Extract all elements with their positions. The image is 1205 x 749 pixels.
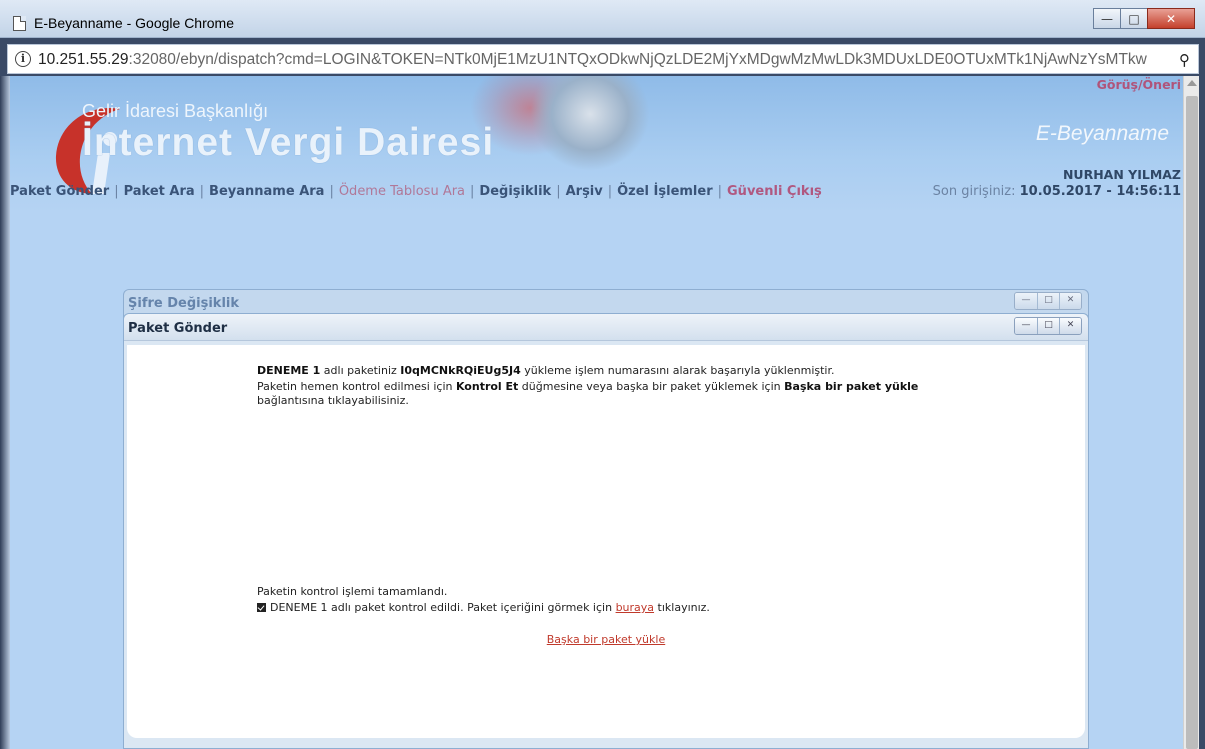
- message-text: bağlantısına tıklayabilisiniz.: [257, 394, 409, 407]
- page-viewport: Gelir İdaresi Başkanlığı İnternet Vergi …: [10, 76, 1183, 749]
- upload-number: I0qMCNkRQiEUg5J4: [400, 364, 521, 377]
- package-send-content: DENEME 1 adlı paketiniz I0qMCNkRQiEUg5J4…: [127, 345, 1085, 738]
- last-login: Son girişiniz: 10.05.2017 - 14:56:11: [933, 184, 1181, 199]
- close-icon: ✕: [1165, 11, 1177, 26]
- portrait-image: [530, 76, 650, 171]
- package-window-controls: — □ ✕: [1014, 317, 1082, 335]
- nav-separator: |: [199, 184, 205, 199]
- package-send-window-header: Paket Gönder — □ ✕: [124, 314, 1088, 341]
- url-text[interactable]: 10.251.55.29:32080/ebyn/dispatch?cmd=LOG…: [38, 51, 1176, 69]
- minimize-icon[interactable]: —: [1015, 293, 1037, 309]
- scrollbar-thumb[interactable]: [1186, 96, 1198, 749]
- upload-another-link[interactable]: Başka bir paket yükle: [547, 633, 665, 646]
- user-name: NURHAN YILMAZ: [1062, 167, 1181, 182]
- message-text: adlı paketiniz: [320, 364, 401, 377]
- maximize-icon[interactable]: □: [1037, 293, 1059, 309]
- nav-separator: |: [114, 184, 119, 199]
- site-header: Gelir İdaresi Başkanlığı İnternet Vergi …: [10, 76, 1183, 211]
- title-bar: E-Beyanname - Google Chrome — □ ✕: [0, 0, 1205, 38]
- last-login-value: 10.05.2017 - 14:56:11: [1019, 184, 1181, 199]
- upload-success-message: DENEME 1 adlı paketiniz I0qMCNkRQiEUg5J4…: [257, 364, 835, 378]
- check-complete-message: Paketin kontrol işlemi tamamlandı.: [257, 585, 448, 598]
- next-step-message: Paketin hemen kontrol edilmesi için Kont…: [257, 380, 957, 408]
- message-text: düğmesine veya başka bir paket yüklemek …: [518, 380, 785, 393]
- org-name: Gelir İdaresi Başkanlığı: [82, 101, 269, 121]
- close-icon[interactable]: ✕: [1059, 293, 1081, 309]
- package-name: DENEME 1: [257, 364, 321, 377]
- close-button[interactable]: ✕: [1147, 8, 1195, 29]
- last-login-label: Son girişiniz:: [932, 184, 1016, 199]
- key-icon[interactable]: ⚲: [1179, 51, 1190, 69]
- here-link[interactable]: buraya: [616, 601, 654, 614]
- upload-another-link-row: Başka bir paket yükle: [127, 633, 1085, 646]
- minimize-icon: —: [1101, 11, 1113, 26]
- scroll-up-icon[interactable]: [1187, 80, 1197, 86]
- section-title: E-Beyanname: [1035, 122, 1169, 145]
- window-title: E-Beyanname - Google Chrome: [34, 15, 234, 31]
- nav-arsiv[interactable]: Arşiv: [566, 184, 603, 199]
- left-edge: [0, 76, 10, 749]
- password-change-window-title: Şifre Değişiklik: [128, 296, 239, 311]
- nav-paket-ara[interactable]: Paket Ara: [124, 184, 195, 199]
- nav-separator: |: [329, 184, 334, 199]
- package-send-window: Paket Gönder — □ ✕ DENEME 1 adlı paketin…: [123, 313, 1089, 749]
- page-icon: [13, 16, 26, 31]
- main-nav: Paket Gönder | Paket Ara | Beyanname Ara | Öde…: [10, 184, 822, 204]
- control-button-name: Kontrol Et: [455, 380, 519, 393]
- vertical-scrollbar[interactable]: [1183, 76, 1199, 749]
- nav-beyanname-ara[interactable]: Beyanname Ara: [209, 184, 324, 199]
- package-send-window-title: Paket Gönder: [128, 321, 228, 336]
- message-text: Paketin hemen kontrol edilmesi için: [257, 380, 456, 393]
- address-bar[interactable]: i 10.251.55.29:32080/ebyn/dispatch?cmd=L…: [7, 44, 1199, 74]
- nav-separator: |: [470, 184, 475, 199]
- message-text: yükleme işlem numarasını alarak başarıyl…: [520, 364, 835, 377]
- maximize-icon: □: [1128, 11, 1140, 26]
- nav-separator: |: [717, 184, 723, 199]
- browser-window: E-Beyanname - Google Chrome — □ ✕ i 10.2…: [0, 0, 1205, 749]
- nav-separator: |: [607, 184, 613, 199]
- nav-paket-gonder[interactable]: Paket Gönder: [10, 184, 109, 199]
- info-icon[interactable]: i: [15, 51, 31, 67]
- nav-odeme-tablosu-ara[interactable]: Ödeme Tablosu Ara: [339, 184, 465, 199]
- nav-degisiklik[interactable]: Değişiklik: [479, 184, 551, 199]
- password-window-controls: — □ ✕: [1014, 292, 1082, 310]
- minimize-button[interactable]: —: [1093, 8, 1121, 29]
- nav-ozel-islemler[interactable]: Özel İşlemler: [617, 184, 713, 199]
- message-text: tıklayınız.: [654, 601, 710, 614]
- message-text: DENEME 1 adlı paket kontrol edildi. Pake…: [270, 601, 616, 614]
- nav-guvenli-cikis[interactable]: Güvenli Çıkış: [727, 184, 822, 199]
- maximize-icon[interactable]: □: [1037, 318, 1059, 334]
- another-upload-name: Başka bir paket yükle: [784, 380, 919, 393]
- url-path: :32080/ebyn/dispatch?cmd=LOGIN&TOKEN=NTk…: [128, 51, 1147, 68]
- minimize-icon[interactable]: —: [1015, 318, 1037, 334]
- feedback-link[interactable]: Görüş/Öneri: [1097, 77, 1181, 92]
- maximize-button[interactable]: □: [1120, 8, 1148, 29]
- nav-separator: |: [556, 184, 561, 199]
- site-name: İnternet Vergi Dairesi: [82, 121, 495, 164]
- close-icon[interactable]: ✕: [1059, 318, 1081, 334]
- url-host: 10.251.55.29: [38, 51, 129, 68]
- check-result-message: DENEME 1 adlı paket kontrol edildi. Pake…: [257, 601, 710, 615]
- window-controls: — □ ✕: [1093, 8, 1195, 29]
- checkbox-icon: [257, 603, 266, 612]
